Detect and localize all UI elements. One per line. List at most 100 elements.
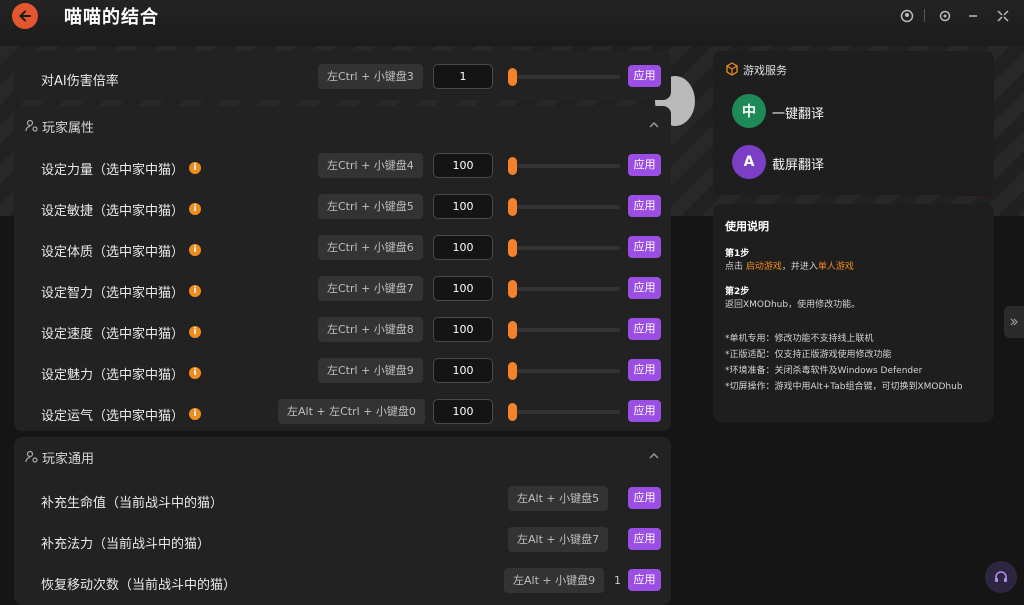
value-input[interactable] <box>433 399 493 424</box>
slider-knob[interactable] <box>508 157 517 175</box>
back-button[interactable] <box>12 3 38 29</box>
slider-knob[interactable] <box>508 280 517 298</box>
hotkey-badge: 左Ctrl + 小键盘7 <box>318 276 423 301</box>
single-player-link[interactable]: 单人游戏 <box>818 262 854 272</box>
service-name: 一键翻译 <box>772 107 825 122</box>
setting-label: 对AI伤害倍率 <box>41 74 119 89</box>
settings-button[interactable] <box>936 7 954 25</box>
user-settings-icon <box>25 450 38 463</box>
value-slider[interactable] <box>508 68 620 86</box>
value-slider[interactable] <box>508 239 620 257</box>
apply-button[interactable]: 应用 <box>628 154 661 176</box>
setting-row-attr: 设定体质（选中家中猫） i 左Ctrl + 小键盘6 应用 <box>14 231 671 269</box>
hotkey-badge: 左Ctrl + 小键盘5 <box>318 194 423 219</box>
note-line: *切屏操作：游戏中用Alt+Tab组合键，可切换到XMODhub <box>725 382 963 392</box>
move-count: 1 <box>614 574 621 587</box>
slider-knob[interactable] <box>508 321 517 339</box>
value-slider[interactable] <box>508 280 620 298</box>
apply-button[interactable]: 应用 <box>628 400 661 422</box>
value-input[interactable] <box>433 235 493 260</box>
setting-row-restore-mana: 补充法力（当前战斗中的猫） 左Alt + 小键盘7 应用 <box>14 523 671 561</box>
apply-button[interactable]: 应用 <box>628 487 661 509</box>
services-title: 游戏服务 <box>743 64 787 77</box>
hotkey-badge: 左Ctrl + 小键盘4 <box>318 153 423 178</box>
apply-button[interactable]: 应用 <box>628 236 661 258</box>
hotkey-badge: 左Alt + 小键盘5 <box>508 486 609 511</box>
info-icon[interactable]: i <box>189 408 201 420</box>
value-input[interactable] <box>433 358 493 383</box>
section-header[interactable]: 玩家属性 <box>14 106 671 146</box>
one-click-translate-button[interactable]: 中 一键翻译 <box>732 94 972 130</box>
value-slider[interactable] <box>508 157 620 175</box>
section-header[interactable]: 玩家通用 <box>14 437 671 477</box>
value-input[interactable] <box>433 276 493 301</box>
info-icon[interactable]: i <box>189 244 201 256</box>
hotkey-badge: 左Ctrl + 小键盘3 <box>318 64 423 89</box>
apply-button[interactable]: 应用 <box>628 65 661 87</box>
hotkey-badge: 左Alt + 左Ctrl + 小键盘0 <box>278 399 425 424</box>
setting-row-attr: 设定速度（选中家中猫） i 左Ctrl + 小键盘8 应用 <box>14 313 671 351</box>
setting-row-attr: 设定魅力（选中家中猫） i 左Ctrl + 小键盘9 应用 <box>14 354 671 392</box>
info-icon[interactable]: i <box>189 285 201 297</box>
apply-button[interactable]: 应用 <box>628 569 661 591</box>
setting-row-attr: 设定敏捷（选中家中猫） i 左Ctrl + 小键盘5 应用 <box>14 190 671 228</box>
apply-button[interactable]: 应用 <box>628 195 661 217</box>
setting-label: 补充法力（当前战斗中的猫） <box>41 537 211 552</box>
setting-label: 设定魅力（选中家中猫） <box>41 368 185 383</box>
shrink-icon <box>997 10 1009 22</box>
launch-game-link[interactable]: 启动游戏 <box>746 262 782 272</box>
apply-button[interactable]: 应用 <box>628 528 661 550</box>
step2-text: 返回XMODhub，使用修改功能。 <box>725 300 861 310</box>
value-input[interactable] <box>433 64 493 89</box>
value-input[interactable] <box>433 194 493 219</box>
support-button[interactable] <box>985 561 1017 593</box>
apply-button[interactable]: 应用 <box>628 277 661 299</box>
value-slider[interactable] <box>508 321 620 339</box>
profile-button[interactable] <box>898 7 916 25</box>
fullscreen-button[interactable] <box>994 7 1012 25</box>
minimize-icon <box>969 15 977 17</box>
setting-label: 补充生命值（当前战斗中的猫） <box>41 496 224 511</box>
value-slider[interactable] <box>508 198 620 216</box>
setting-row-attr: 设定智力（选中家中猫） i 左Ctrl + 小键盘7 应用 <box>14 272 671 310</box>
note-line: *正版适配：仅支持正版游戏使用修改功能 <box>725 350 892 360</box>
service-name: 截屏翻译 <box>772 158 825 173</box>
chevron-up-icon[interactable] <box>647 449 661 463</box>
apply-button[interactable]: 应用 <box>628 359 661 381</box>
slider-knob[interactable] <box>508 403 517 421</box>
page-title: 喵喵的结合 <box>64 7 159 28</box>
slider-knob[interactable] <box>508 198 517 216</box>
screen-translate-icon: A <box>732 145 766 179</box>
section-title: 玩家通用 <box>42 452 95 467</box>
chevron-right-icon <box>1010 318 1018 326</box>
hotkey-badge: 左Ctrl + 小键盘6 <box>318 235 423 260</box>
slider-knob[interactable] <box>508 362 517 380</box>
info-icon[interactable]: i <box>189 203 201 215</box>
game-services-panel: 游戏服务 中 一键翻译 A 截屏翻译 <box>713 51 994 195</box>
info-icon[interactable]: i <box>189 367 201 379</box>
hotkey-badge: 左Ctrl + 小键盘9 <box>318 358 423 383</box>
cube-icon <box>726 62 738 76</box>
title-bar: 喵喵的结合 <box>0 0 1024 46</box>
info-icon[interactable]: i <box>189 326 201 338</box>
info-icon[interactable]: i <box>189 162 201 174</box>
slider-knob[interactable] <box>508 239 517 257</box>
value-input[interactable] <box>433 317 493 342</box>
chevron-up-icon[interactable] <box>647 118 661 132</box>
translate-icon: 中 <box>732 94 766 128</box>
minimize-button[interactable] <box>964 7 982 25</box>
setting-label: 设定运气（选中家中猫） <box>41 409 185 424</box>
note-line: *单机专用：修改功能不支持线上联机 <box>725 334 874 344</box>
slider-knob[interactable] <box>508 68 517 86</box>
value-slider[interactable] <box>508 403 620 421</box>
section-title: 玩家属性 <box>42 121 95 136</box>
hotkey-badge: 左Ctrl + 小键盘8 <box>318 317 423 342</box>
screenshot-translate-button[interactable]: A 截屏翻译 <box>732 145 972 181</box>
value-slider[interactable] <box>508 362 620 380</box>
expand-side-tab[interactable] <box>1004 306 1024 338</box>
apply-button[interactable]: 应用 <box>628 318 661 340</box>
step1-mid: ，并进入 <box>781 262 818 272</box>
value-input[interactable] <box>433 153 493 178</box>
usage-guide-panel: 使用说明 第1步 点击 启动游戏，并进入单人游戏 第2步 返回XMODhub，使… <box>713 204 994 422</box>
user-settings-icon <box>25 119 38 132</box>
